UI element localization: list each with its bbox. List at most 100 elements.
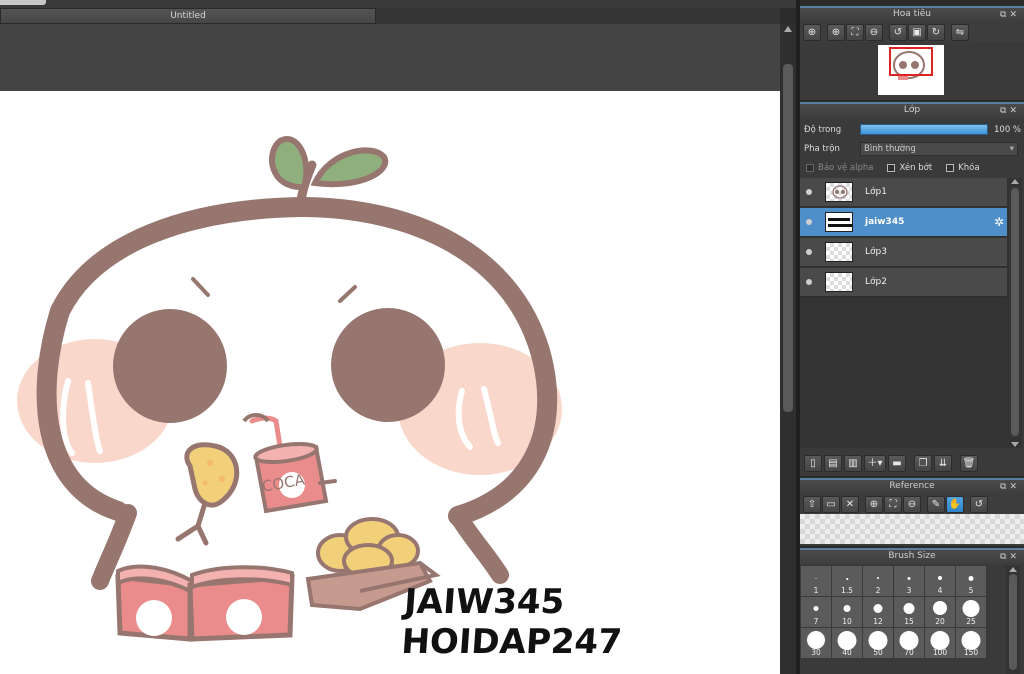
scroll-thumb[interactable]	[1011, 188, 1019, 436]
hand-icon[interactable]: ✋	[946, 495, 964, 513]
brush-size-panel: Brush Size ⧉✕ 1 1.5 2 3 4 5 7 10 12 15 20…	[800, 548, 1024, 674]
merge-layer-icon[interactable]: ⇊	[934, 454, 952, 472]
right-foot-cup	[187, 565, 295, 642]
brush-size-cell[interactable]: 5	[956, 566, 986, 596]
zoom-in-icon[interactable]: ⊕	[827, 23, 845, 41]
layer-thumbnail	[825, 212, 853, 232]
layer-name: Lớp3	[865, 247, 887, 257]
brush-size-cell[interactable]: 100	[925, 628, 955, 658]
rotate-left-icon[interactable]: ↺	[889, 23, 907, 41]
reference-panel: Reference ⧉✕ ⇧ ▭ ✕ ⊕ ⛶ ⊖ ✎ ✋ ↺	[800, 478, 1024, 546]
brush-size-cell[interactable]: 50	[863, 628, 893, 658]
left-leaf	[269, 136, 310, 191]
clipping-label: Xén bớt	[899, 162, 933, 173]
flip-icon[interactable]: ⇋	[951, 23, 969, 41]
panel-window-buttons[interactable]: ⧉✕	[1000, 9, 1020, 22]
new-layer-icon[interactable]: ▯	[804, 454, 822, 472]
right-brow	[338, 285, 357, 303]
eyedropper-icon[interactable]: ✎	[927, 495, 945, 513]
scroll-thumb[interactable]	[1009, 574, 1017, 670]
opacity-label: Độ trong	[804, 124, 842, 135]
scroll-down-icon[interactable]	[1011, 442, 1019, 447]
scroll-up-icon[interactable]	[784, 26, 792, 32]
lock-checkbox[interactable]: Khóa	[946, 162, 980, 173]
navigator-view-frame[interactable]	[889, 47, 933, 76]
scroll-up-icon[interactable]	[1009, 567, 1017, 572]
layer-item[interactable]: Lớp3	[800, 238, 1007, 267]
artwork: COCA JAIW345 HOIDAP247	[17, 136, 623, 662]
layer-item[interactable]: Lớp2	[800, 268, 1007, 297]
brush-size-cell[interactable]: 25	[956, 597, 986, 627]
navigator-preview[interactable]	[800, 42, 1024, 100]
drawing-canvas[interactable]: COCA JAIW345 HOIDAP247	[0, 91, 780, 674]
brush-size-cell[interactable]: 10	[832, 597, 862, 627]
blend-mode-select[interactable]: Bình thường	[860, 141, 1018, 156]
brush-size-scrollbar[interactable]	[1006, 566, 1020, 674]
delete-layer-icon[interactable]: 🗑	[960, 454, 978, 472]
folder-icon[interactable]: ▬	[888, 454, 906, 472]
visibility-icon[interactable]	[806, 249, 812, 255]
panel-window-buttons[interactable]: ⧉✕	[1000, 481, 1020, 494]
fullscreen-icon[interactable]: ▣	[908, 23, 926, 41]
clipping-checkbox[interactable]: Xén bớt	[887, 163, 932, 173]
menu-stub[interactable]	[0, 0, 46, 5]
brush-size-cell[interactable]: 1.5	[832, 566, 862, 596]
visibility-icon[interactable]	[806, 279, 812, 285]
left-brow	[191, 277, 210, 297]
panel-window-buttons[interactable]: ⧉✕	[1000, 551, 1020, 564]
zoom-out-icon[interactable]: ⊖	[903, 495, 921, 513]
add-layer-menu-icon[interactable]: ＋▾	[864, 454, 886, 472]
layer-item-selected[interactable]: jaiw345 ✲	[800, 208, 1007, 237]
navigator-title: Hoa tiêu	[893, 9, 931, 19]
open-folder-icon[interactable]: ▭	[822, 495, 840, 513]
duplicate-layer-icon[interactable]: ❐	[914, 454, 932, 472]
gear-icon[interactable]: ✲	[994, 215, 1004, 229]
visibility-icon[interactable]	[806, 189, 812, 195]
close-icon[interactable]: ✕	[841, 495, 859, 513]
upload-icon[interactable]: ⇧	[803, 495, 821, 513]
opacity-row: Độ trong 100 %	[800, 120, 1024, 139]
zoom-out-icon[interactable]: ⊖	[865, 23, 883, 41]
brush-size-title: Brush Size	[888, 551, 936, 561]
brush-size-cell[interactable]: 40	[832, 628, 862, 658]
brush-size-cell[interactable]: 2	[863, 566, 893, 596]
brush-size-cell[interactable]: 20	[925, 597, 955, 627]
brush-size-cell[interactable]: 7	[801, 597, 831, 627]
reference-view[interactable]	[800, 514, 1024, 544]
scroll-thumb[interactable]	[783, 64, 793, 412]
rotate-right-icon[interactable]: ↻	[927, 23, 945, 41]
brush-size-cell[interactable]: 1	[801, 566, 831, 596]
new-1bit-layer-icon[interactable]: ▥	[844, 454, 862, 472]
panel-window-buttons[interactable]: ⧉✕	[1000, 105, 1020, 118]
new-halftone-layer-icon[interactable]: ▤	[824, 454, 842, 472]
lock-label: Khóa	[958, 162, 980, 173]
layer-item[interactable]: Lớp1	[800, 178, 1007, 207]
brush-size-header: Brush Size ⧉✕	[800, 548, 1024, 564]
document-tab[interactable]: Untitled	[0, 8, 376, 24]
rotate-icon[interactable]: ↺	[970, 495, 988, 513]
protect-alpha-checkbox[interactable]: Bảo vệ alpha	[806, 163, 873, 173]
artwork-text-line2: HOIDAP247	[400, 622, 623, 662]
brush-size-cell[interactable]: 150	[956, 628, 986, 658]
app-window: Untitled COCA JAIW345 HOIDAP247 Hoa tiêu…	[0, 0, 1024, 674]
visibility-icon[interactable]	[806, 219, 812, 225]
brush-size-cell[interactable]: 12	[863, 597, 893, 627]
layer-name: jaiw345	[865, 217, 905, 227]
zoom-in-icon[interactable]: ⊕	[865, 495, 883, 513]
layers-title: Lớp	[903, 105, 921, 115]
layer-list-scrollbar[interactable]	[1008, 178, 1022, 448]
reference-header: Reference ⧉✕	[800, 478, 1024, 494]
opacity-value: 100 %	[994, 124, 1022, 135]
brush-size-cell[interactable]: 70	[894, 628, 924, 658]
brush-size-cell[interactable]: 30	[801, 628, 831, 658]
brush-size-cell[interactable]: 15	[894, 597, 924, 627]
brush-size-cell[interactable]: 4	[925, 566, 955, 596]
layer-options-row: Bảo vệ alpha Xén bớt Khóa	[800, 158, 1024, 177]
canvas-vertical-scrollbar[interactable]	[780, 24, 796, 674]
fit-icon[interactable]: ⛶	[884, 495, 902, 513]
zoom-in-icon[interactable]: ⊕	[803, 23, 821, 41]
opacity-slider[interactable]	[860, 124, 988, 135]
fit-icon[interactable]: ⛶	[846, 23, 864, 41]
scroll-up-icon[interactable]	[1011, 179, 1019, 184]
brush-size-cell[interactable]: 3	[894, 566, 924, 596]
